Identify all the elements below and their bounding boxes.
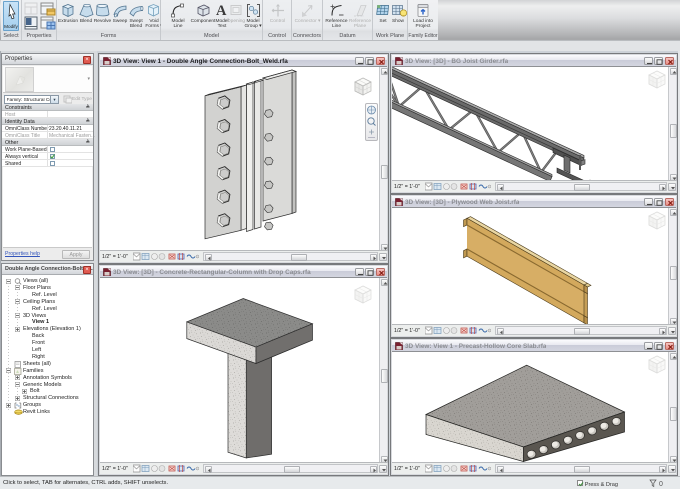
svg-text:A: A xyxy=(216,3,227,18)
svg-text:0: 0 xyxy=(659,481,663,488)
